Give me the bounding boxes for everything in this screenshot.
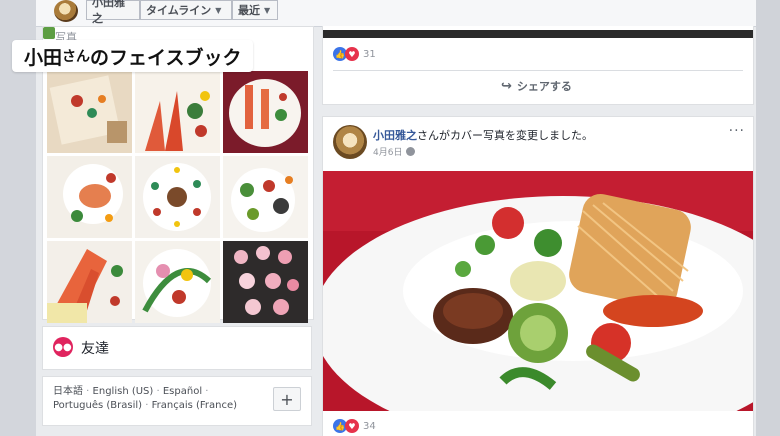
profile-name-button[interactable]: 小田雅之 [86,0,140,25]
post-header: 小田雅之さんがカバー写真を変更しました。 [373,127,593,143]
language-link[interactable]: 日本語 [53,386,83,397]
more-options-button[interactable]: ··· [729,123,745,139]
author-avatar[interactable] [333,125,367,159]
photo-thumbnail[interactable] [47,71,132,153]
love-icon: ♥ [345,419,359,433]
photo-thumbnail[interactable] [135,241,220,323]
screen-frame: 小田雅之 タイムライン ▼ 最近 ▼ 小田 さん のフェイスブック 写真 ●● … [0,0,780,436]
photos-icon [43,27,55,39]
timeline-dropdown[interactable]: タイムライン ▼ [140,0,232,20]
header-avatar[interactable] [54,0,78,22]
caption-rest: のフェイスブック [90,46,242,69]
divider [333,70,743,71]
reaction-count: 34 [363,420,376,432]
author-name-link[interactable]: 小田雅之 [373,129,417,142]
reaction-count: 31 [363,48,376,60]
reaction-summary[interactable]: 👍 ♥ 34 [333,419,376,433]
feed-post: 👍 ♥ 31 ↪ シェアする [322,26,754,105]
feed-post: 小田雅之さんがカバー写真を変更しました。 4月6日 ··· 👍 ♥ 34 [313,116,780,436]
share-icon: ↪ [501,78,512,94]
cover-photo[interactable] [313,171,780,436]
share-button[interactable]: ↪ シェアする [501,78,572,94]
language-link[interactable]: English (US) [93,386,154,397]
love-icon: ♥ [345,47,359,61]
caption-honorific: さん [62,49,91,65]
language-link[interactable]: Español [163,386,202,397]
photo-thumbnail[interactable] [47,156,132,238]
language-list: 日本語 · English (US) · Español · Português… [53,386,238,411]
post-action-text: さんがカバー写真を変更しました。 [417,129,593,142]
friends-card[interactable]: ●● 友達 [42,326,312,370]
photo-thumbnail[interactable] [135,71,220,153]
language-link[interactable]: Português (Brasil) [53,400,142,411]
timeline-label: タイムライン [146,4,212,17]
photo-thumbnail[interactable] [223,241,308,323]
post-date[interactable]: 4月6日 [373,145,416,158]
photo-thumbnail[interactable] [223,71,308,153]
recent-label: 最近 [238,4,260,17]
chevron-down-icon: ▼ [215,5,222,15]
photo-thumbnail[interactable] [135,156,220,238]
friends-icon: ●● [53,337,73,357]
right-margin [756,0,780,436]
friends-label: 友達 [81,341,109,357]
caption-name: 小田 [24,46,63,69]
add-language-button[interactable]: + [273,387,301,411]
globe-icon [406,147,416,156]
post-date-text: 4月6日 [373,148,403,158]
photo-grid [47,71,311,323]
photo-thumbnail[interactable] [47,241,132,323]
chevron-down-icon: ▼ [264,5,271,15]
tv-caption: 小田 さん のフェイスブック [12,40,254,72]
photo-thumbnail[interactable] [223,156,308,238]
languages-card: 日本語 · English (US) · Español · Português… [42,376,312,426]
post-photo-edge [323,30,753,38]
reaction-summary[interactable]: 👍 ♥ 31 [333,47,376,61]
language-link[interactable]: Français (France) [152,400,237,411]
share-label: シェアする [516,80,572,93]
recent-dropdown[interactable]: 最近 ▼ [232,0,278,20]
profile-name-label: 小田雅之 [92,0,125,25]
